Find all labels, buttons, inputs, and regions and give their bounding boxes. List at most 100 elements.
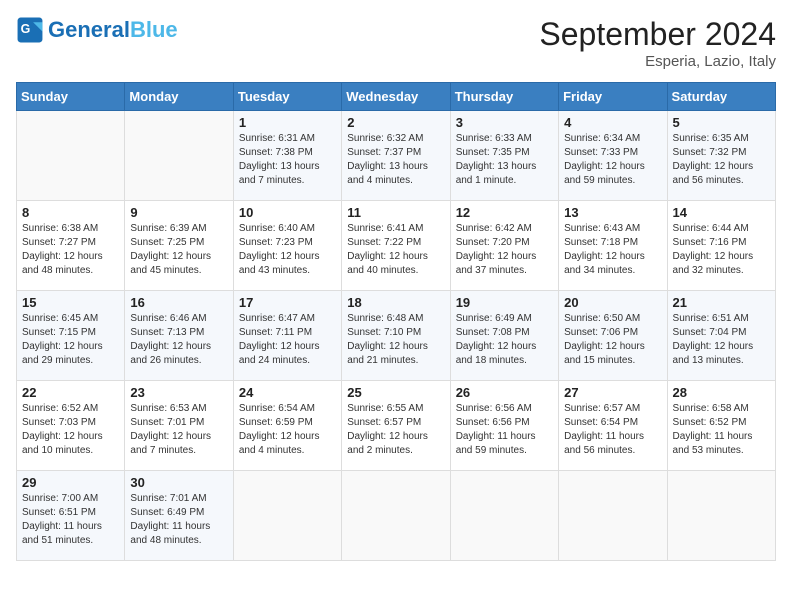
page-header: G GeneralBlue September 2024 Esperia, La… <box>16 16 776 70</box>
calendar-week-row: 15Sunrise: 6:45 AMSunset: 7:15 PMDayligh… <box>17 291 776 381</box>
calendar-cell: 26 Sunrise: 6:56 AMSunset: 6:56 PMDayligh… <box>450 381 558 471</box>
calendar-cell: 9Sunrise: 6:39 AMSunset: 7:25 PMDaylight… <box>125 201 233 291</box>
day-number: 26 <box>456 385 553 400</box>
day-details: Sunrise: 6:43 AMSunset: 7:18 PMDaylight:… <box>564 222 661 278</box>
calendar-cell: 28 Sunrise: 6:58 AMSunset: 6:52 PMDayligh… <box>667 381 775 471</box>
day-number: 24 <box>239 385 336 400</box>
calendar-cell: 23Sunrise: 6:53 AMSunset: 7:01 PMDayligh… <box>125 381 233 471</box>
calendar-header-row: SundayMondayTuesdayWednesdayThursdayFrid… <box>17 83 776 111</box>
calendar-cell: 16 Sunrise: 6:46 AMSunset: 7:13 PMDayligh… <box>125 291 233 381</box>
day-number: 29 <box>22 475 119 490</box>
calendar-cell: 19Sunrise: 6:49 AMSunset: 7:08 PMDayligh… <box>450 291 558 381</box>
calendar-cell: 18 Sunrise: 6:48 AMSunset: 7:10 PMDayligh… <box>342 291 450 381</box>
day-number: 28 <box>673 385 770 400</box>
calendar-cell: 22 Sunrise: 6:52 AMSunset: 7:03 PMDayligh… <box>17 381 125 471</box>
day-details: Sunrise: 6:55 AMSunset: 6:57 PMDaylight:… <box>347 402 444 458</box>
calendar-cell: 10 Sunrise: 6:40 AMSunset: 7:23 PMDayligh… <box>233 201 341 291</box>
calendar-cell: 4Sunrise: 6:34 AMSunset: 7:33 PMDaylight… <box>559 111 667 201</box>
calendar-cell: 1Sunrise: 6:31 AMSunset: 7:38 PMDaylight… <box>233 111 341 201</box>
calendar-cell: 24 Sunrise: 6:54 AMSunset: 6:59 PMDayligh… <box>233 381 341 471</box>
day-number: 20 <box>564 295 661 310</box>
calendar-cell <box>559 471 667 561</box>
day-number: 23 <box>130 385 227 400</box>
day-details: Sunrise: 6:51 AMSunset: 7:04 PMDaylight:… <box>673 312 770 368</box>
calendar-table: SundayMondayTuesdayWednesdayThursdayFrid… <box>16 82 776 561</box>
calendar-cell: 8Sunrise: 6:38 AMSunset: 7:27 PMDaylight… <box>17 201 125 291</box>
calendar-cell <box>17 111 125 201</box>
day-details: Sunrise: 6:49 AMSunset: 7:08 PMDaylight:… <box>456 312 553 368</box>
day-details: Sunrise: 6:48 AMSunset: 7:10 PMDaylight:… <box>347 312 444 368</box>
day-details: Sunrise: 6:31 AMSunset: 7:38 PMDaylight:… <box>239 132 336 188</box>
day-details: Sunrise: 6:45 AMSunset: 7:15 PMDaylight:… <box>22 312 119 368</box>
day-details: Sunrise: 6:54 AMSunset: 6:59 PMDaylight:… <box>239 402 336 458</box>
logo-icon: G <box>16 16 44 44</box>
header-tuesday: Tuesday <box>233 83 341 111</box>
day-details: Sunrise: 7:01 AMSunset: 6:49 PMDaylight:… <box>130 492 227 548</box>
header-sunday: Sunday <box>17 83 125 111</box>
day-number: 5 <box>673 115 770 130</box>
day-number: 27 <box>564 385 661 400</box>
calendar-cell: 29 Sunrise: 7:00 AMSunset: 6:51 PMDayligh… <box>17 471 125 561</box>
day-details: Sunrise: 6:57 AMSunset: 6:54 PMDaylight:… <box>564 402 661 458</box>
svg-text:G: G <box>21 22 31 36</box>
day-number: 11 <box>347 205 444 220</box>
day-number: 30 <box>130 475 227 490</box>
day-number: 25 <box>347 385 444 400</box>
calendar-cell: 2 Sunrise: 6:32 AMSunset: 7:37 PMDaylight… <box>342 111 450 201</box>
location-text: Esperia, Lazio, Italy <box>539 53 776 70</box>
calendar-cell: 13 Sunrise: 6:43 AMSunset: 7:18 PMDayligh… <box>559 201 667 291</box>
day-details: Sunrise: 6:32 AMSunset: 7:37 PMDaylight:… <box>347 132 444 188</box>
day-number: 17 <box>239 295 336 310</box>
day-details: Sunrise: 6:38 AMSunset: 7:27 PMDaylight:… <box>22 222 119 278</box>
day-details: Sunrise: 6:42 AMSunset: 7:20 PMDaylight:… <box>456 222 553 278</box>
day-details: Sunrise: 6:56 AMSunset: 6:56 PMDaylight:… <box>456 402 553 458</box>
day-details: Sunrise: 6:40 AMSunset: 7:23 PMDaylight:… <box>239 222 336 278</box>
day-details: Sunrise: 7:00 AMSunset: 6:51 PMDaylight:… <box>22 492 119 548</box>
day-details: Sunrise: 6:46 AMSunset: 7:13 PMDaylight:… <box>130 312 227 368</box>
day-details: Sunrise: 6:50 AMSunset: 7:06 PMDaylight:… <box>564 312 661 368</box>
logo-text: GeneralBlue <box>48 18 178 42</box>
header-wednesday: Wednesday <box>342 83 450 111</box>
calendar-week-row: 29 Sunrise: 7:00 AMSunset: 6:51 PMDayligh… <box>17 471 776 561</box>
logo: G GeneralBlue <box>16 16 178 44</box>
day-details: Sunrise: 6:58 AMSunset: 6:52 PMDaylight:… <box>673 402 770 458</box>
calendar-cell: 20 Sunrise: 6:50 AMSunset: 7:06 PMDayligh… <box>559 291 667 381</box>
calendar-cell: 17 Sunrise: 6:47 AMSunset: 7:11 PMDayligh… <box>233 291 341 381</box>
calendar-cell <box>667 471 775 561</box>
calendar-cell <box>125 111 233 201</box>
header-thursday: Thursday <box>450 83 558 111</box>
calendar-cell <box>342 471 450 561</box>
calendar-cell: 21 Sunrise: 6:51 AMSunset: 7:04 PMDayligh… <box>667 291 775 381</box>
calendar-cell: 5 Sunrise: 6:35 AMSunset: 7:32 PMDaylight… <box>667 111 775 201</box>
day-number: 22 <box>22 385 119 400</box>
title-block: September 2024 Esperia, Lazio, Italy <box>539 16 776 70</box>
day-details: Sunrise: 6:41 AMSunset: 7:22 PMDaylight:… <box>347 222 444 278</box>
day-number: 4 <box>564 115 661 130</box>
calendar-cell: 25 Sunrise: 6:55 AMSunset: 6:57 PMDayligh… <box>342 381 450 471</box>
day-details: Sunrise: 6:35 AMSunset: 7:32 PMDaylight:… <box>673 132 770 188</box>
day-number: 16 <box>130 295 227 310</box>
day-number: 13 <box>564 205 661 220</box>
calendar-week-row: 1Sunrise: 6:31 AMSunset: 7:38 PMDaylight… <box>17 111 776 201</box>
day-details: Sunrise: 6:33 AMSunset: 7:35 PMDaylight:… <box>456 132 553 188</box>
day-number: 21 <box>673 295 770 310</box>
day-number: 10 <box>239 205 336 220</box>
calendar-cell <box>450 471 558 561</box>
calendar-cell: 27 Sunrise: 6:57 AMSunset: 6:54 PMDayligh… <box>559 381 667 471</box>
calendar-cell: 11 Sunrise: 6:41 AMSunset: 7:22 PMDayligh… <box>342 201 450 291</box>
month-title: September 2024 <box>539 16 776 53</box>
calendar-cell: 3 Sunrise: 6:33 AMSunset: 7:35 PMDaylight… <box>450 111 558 201</box>
calendar-body: 1Sunrise: 6:31 AMSunset: 7:38 PMDaylight… <box>17 111 776 561</box>
calendar-cell <box>233 471 341 561</box>
day-number: 3 <box>456 115 553 130</box>
day-number: 12 <box>456 205 553 220</box>
day-details: Sunrise: 6:52 AMSunset: 7:03 PMDaylight:… <box>22 402 119 458</box>
day-details: Sunrise: 6:47 AMSunset: 7:11 PMDaylight:… <box>239 312 336 368</box>
logo-blue-text: Blue <box>130 17 178 42</box>
calendar-cell: 15Sunrise: 6:45 AMSunset: 7:15 PMDayligh… <box>17 291 125 381</box>
day-details: Sunrise: 6:44 AMSunset: 7:16 PMDaylight:… <box>673 222 770 278</box>
header-monday: Monday <box>125 83 233 111</box>
day-number: 18 <box>347 295 444 310</box>
day-number: 2 <box>347 115 444 130</box>
day-number: 14 <box>673 205 770 220</box>
